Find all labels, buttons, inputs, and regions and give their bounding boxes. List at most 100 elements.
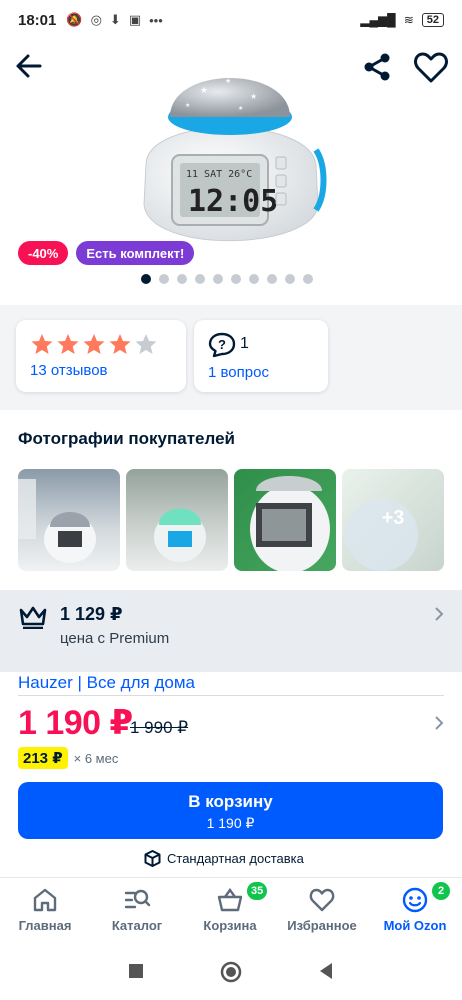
old-price: 1 990 ₽	[130, 718, 189, 737]
premium-label: цена с Premium	[60, 630, 170, 647]
nav-my-ozon[interactable]: Мой Ozon 2	[370, 882, 460, 933]
svg-text:12:05: 12:05	[188, 184, 278, 219]
installment-term: × 6 мес	[73, 750, 119, 766]
star-icon	[109, 334, 131, 354]
add-to-cart-price: 1 190 ₽	[206, 815, 255, 831]
reviews-card[interactable]: 13 отзывов	[16, 320, 186, 392]
svg-text:★: ★	[225, 77, 231, 85]
clock-photo-image	[154, 508, 206, 562]
customer-photo[interactable]	[18, 469, 120, 571]
bottom-navigation: Главная Каталог Корзина 35 Избранное Мой…	[0, 877, 462, 945]
cart-basket-icon	[217, 887, 243, 912]
gallery-dot[interactable]	[267, 274, 277, 284]
nav-favorites[interactable]: Избранное	[277, 886, 367, 933]
svg-text:★: ★	[250, 92, 257, 101]
installment-amount: 213 ₽	[18, 747, 68, 769]
clock-photo-image	[18, 479, 96, 563]
status-bar: 18:01 🔕 ◎ ⬇ ▣ ••• ▂▄▆█ ≋ 52	[0, 0, 462, 40]
heart-icon	[414, 52, 448, 83]
add-to-cart-button[interactable]: В корзину 1 190 ₽	[18, 782, 443, 839]
arrow-left-icon	[16, 54, 42, 78]
cart-count-badge: 35	[247, 882, 268, 900]
home-circle-icon[interactable]	[220, 961, 242, 983]
home-icon	[33, 888, 57, 912]
box-icon	[144, 850, 161, 867]
svg-text:★: ★	[238, 105, 243, 112]
recent-apps-icon[interactable]	[128, 963, 144, 979]
current-price: 1 190 ₽	[18, 704, 133, 742]
status-time: 18:01	[18, 11, 57, 29]
nav-home[interactable]: Главная	[0, 886, 90, 933]
star-empty-icon	[135, 334, 157, 354]
share-button[interactable]	[360, 50, 394, 84]
gallery-dot[interactable]	[249, 274, 259, 284]
chevron-right-icon[interactable]	[432, 716, 446, 730]
customer-photo[interactable]	[234, 469, 336, 571]
download-icon: ⬇	[109, 12, 121, 27]
rating-stars	[30, 332, 158, 356]
nav-cart[interactable]: Корзина 35	[185, 882, 275, 933]
premium-price-banner[interactable]: 1 129 ₽ цена с Premium	[0, 590, 462, 672]
nav-home-label: Главная	[18, 918, 72, 933]
system-navigation-bar	[0, 945, 462, 1000]
divider	[18, 695, 444, 696]
back-triangle-icon[interactable]	[318, 962, 334, 980]
mute-icon: 🔕	[66, 12, 83, 27]
product-badges: -40% Есть комплект!	[18, 241, 195, 265]
delivery-info: Стандартная доставка	[144, 850, 304, 867]
nav-catalog[interactable]: Каталог	[92, 886, 182, 933]
whatsapp-icon: ◎	[90, 12, 102, 27]
premium-price: 1 129 ₽	[60, 604, 123, 624]
svg-text:★: ★	[185, 102, 190, 109]
gallery-pagination[interactable]	[141, 274, 313, 284]
discount-badge: -40%	[18, 241, 69, 265]
nav-cart-label: Корзина	[203, 918, 257, 933]
gallery-dot[interactable]	[195, 274, 205, 284]
smiley-face-icon	[402, 887, 428, 913]
gallery-dot[interactable]	[303, 274, 313, 284]
star-icon	[57, 334, 79, 354]
kit-badge[interactable]: Есть комплект!	[76, 241, 195, 265]
gallery-dot[interactable]	[159, 274, 169, 284]
svg-text:?: ?	[218, 337, 226, 352]
gallery-dot[interactable]	[231, 274, 241, 284]
favorite-button[interactable]	[412, 48, 450, 86]
more-icon: •••	[149, 12, 163, 28]
alarm-clock-image: ★ ★ ★ ★ ★ 11 SAT 26°C 12:05	[143, 77, 327, 242]
gallery-dot[interactable]	[285, 274, 295, 284]
star-icon	[31, 334, 53, 354]
star-icon	[83, 334, 105, 354]
crown-icon	[19, 606, 47, 629]
questions-count: 1	[240, 335, 249, 352]
customer-photo[interactable]	[126, 469, 228, 571]
svg-text:11 SAT 26°C: 11 SAT 26°C	[186, 169, 252, 180]
customer-photos: +3	[18, 469, 444, 571]
product-image[interactable]: ★ ★ ★ ★ ★ 11 SAT 26°C 12:05	[130, 55, 330, 265]
reviews-link[interactable]: 13 отзывов	[30, 362, 108, 379]
more-photos-count: +3	[381, 507, 405, 529]
add-to-cart-label: В корзину	[188, 792, 273, 811]
questions-link[interactable]: 1 вопрос	[208, 364, 269, 381]
gallery-dot[interactable]	[177, 274, 187, 284]
app-icon: ▣	[128, 12, 142, 27]
seller-link[interactable]: Hauzer | Все для дома	[18, 673, 195, 693]
question-bubble-icon: ?	[208, 332, 236, 358]
battery-indicator: 52	[421, 13, 444, 27]
questions-card[interactable]: ? 1 1 вопрос	[194, 320, 328, 392]
gallery-dot[interactable]	[213, 274, 223, 284]
wifi-icon: ≋	[403, 13, 414, 27]
share-icon	[364, 53, 390, 81]
delivery-label: Стандартная доставка	[167, 851, 304, 866]
back-button[interactable]	[12, 48, 48, 84]
catalog-search-icon	[124, 889, 151, 909]
nav-my-ozon-label: Мой Ozon	[383, 918, 447, 933]
gallery-dot[interactable]	[141, 274, 151, 284]
svg-text:★: ★	[200, 86, 208, 96]
customer-photo-more[interactable]: +3	[342, 469, 444, 571]
customer-photos-title: Фотографии покупателей	[18, 429, 235, 448]
signal-icon: ▂▄▆█	[360, 13, 396, 27]
heart-icon	[309, 888, 335, 912]
nav-catalog-label: Каталог	[111, 918, 163, 933]
installment-info[interactable]: 213 ₽ × 6 мес	[18, 747, 118, 769]
clock-photo-image	[250, 476, 330, 571]
